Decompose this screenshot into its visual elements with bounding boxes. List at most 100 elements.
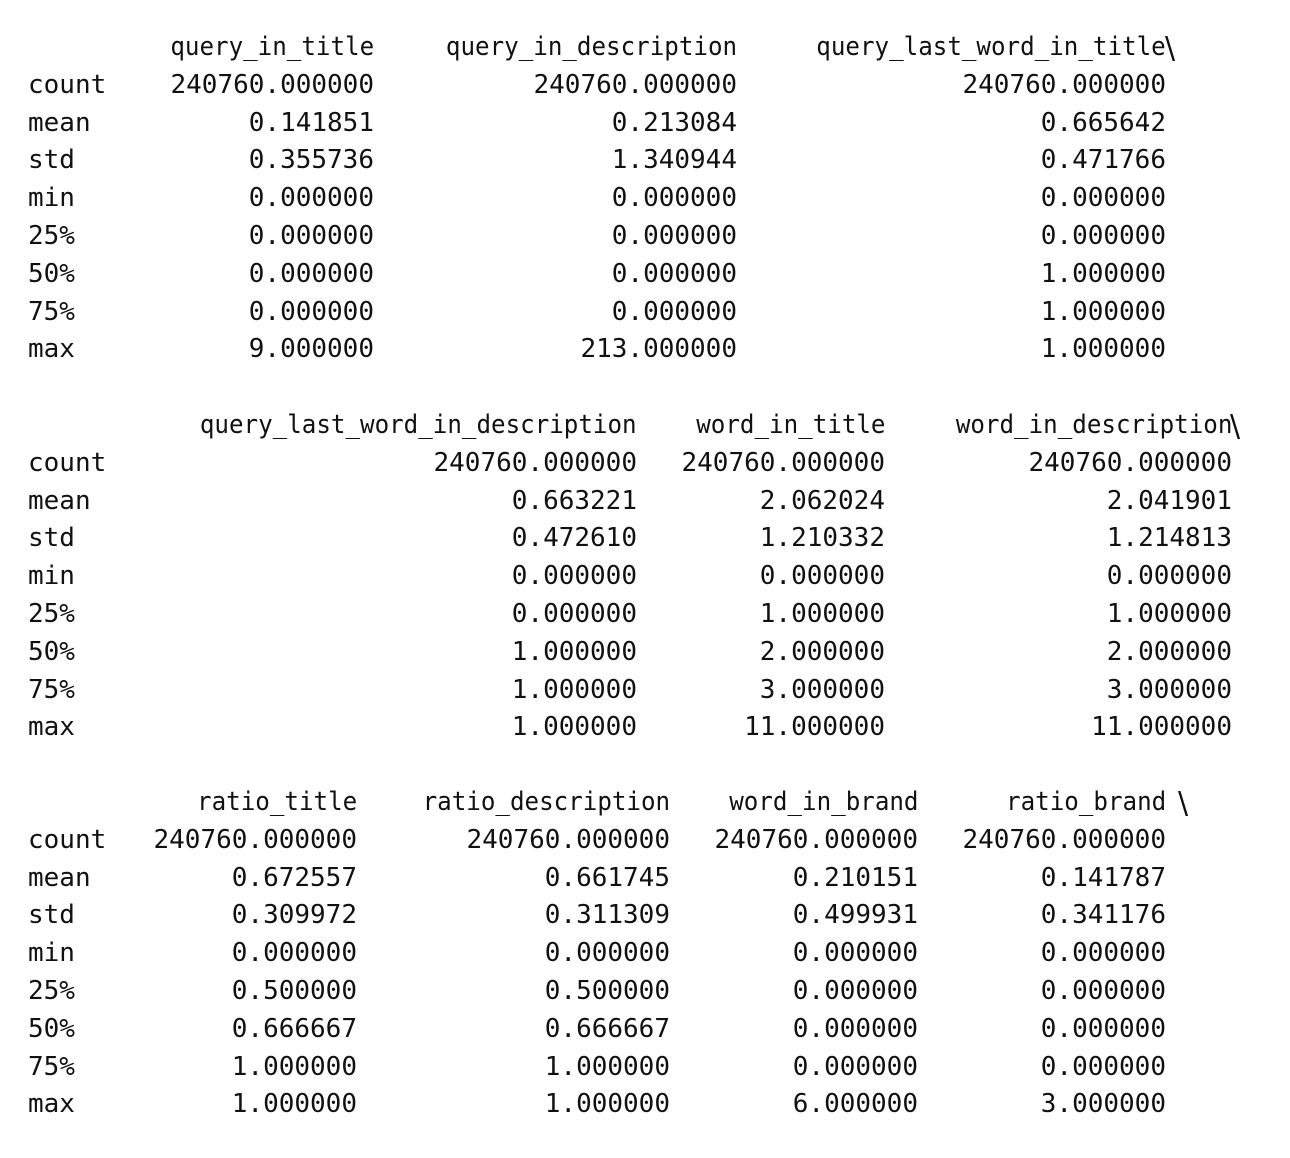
row-label: 50% [28,258,75,289]
row-label: 25% [28,976,75,1006]
stat-value: 1.000000 [1106,599,1232,629]
column-header: ratio_description [422,787,670,817]
stat-value: 240760.000000 [153,824,358,855]
stat-value: 213.000000 [580,334,737,365]
row-label: min [28,561,75,592]
stat-row: count 240760.000000 240760.000000 240760.00… [0,66,1290,104]
stat-value: 240760.000000 [466,824,671,855]
stat-value: 0.471766 [1040,145,1166,176]
stat-value: 0.213084 [611,107,737,138]
stat-value: 240760.000000 [962,824,1167,855]
stat-value: 3.000000 [1106,674,1232,705]
stat-row: 75% 0.000000 0.000000 1.000000 [0,293,1290,331]
stat-value: 1.000000 [544,1051,670,1082]
row-label: mean [28,485,91,516]
stat-value: 0.309972 [231,900,357,931]
stat-value: 0.311309 [544,900,670,931]
column-header: query_in_description [445,32,737,62]
row-label: 75% [28,296,75,327]
stat-row: 25% 0.000000 0.000000 0.000000 [0,217,1290,255]
stat-value: 0.665642 [1040,107,1166,138]
line-continuation-mark: \ [1165,31,1176,66]
row-label: count [28,447,107,478]
stat-value: 1.000000 [511,636,637,667]
stat-value: 0.000000 [611,221,737,251]
row-label: mean [28,107,91,138]
stat-row: 75% 1.000000 1.000000 0.000000 0.000000 [0,1048,1290,1086]
stat-value: 0.000000 [248,183,374,214]
stat-row: mean 0.141851 0.213084 0.665642 [0,104,1290,142]
row-label: 75% [28,674,75,705]
stat-value: 0.355736 [248,145,374,176]
stat-value: 1.000000 [231,1089,357,1120]
stat-value: 0.000000 [611,296,737,327]
stat-value: 1.000000 [511,674,637,705]
stat-row: count 240760.000000 240760.000000 240760.00… [0,444,1290,482]
stat-value: 0.141787 [1040,862,1166,893]
stat-value: 240760.000000 [714,824,919,855]
stat-row: max 1.000000 1.000000 6.000000 3.000000 [0,1085,1290,1123]
row-label: min [28,183,75,214]
stat-value: 0.000000 [248,258,374,289]
stat-value: 240760.000000 [170,69,375,100]
stat-row: 25% 0.500000 0.500000 0.000000 0.000000 [0,972,1290,1010]
row-label: max [28,334,75,365]
stat-value: 0.000000 [248,221,374,251]
stat-value: 0.000000 [248,296,374,327]
stat-row: max 9.000000 213.000000 1.000000 [0,330,1290,368]
stat-value: 0.500000 [231,976,357,1006]
line-continuation-mark: \ [1178,786,1189,821]
stat-row: min 0.000000 0.000000 0.000000 [0,179,1290,217]
column-header: ratio_title [196,787,357,817]
stat-value: 9.000000 [248,334,374,365]
stat-value: 0.499931 [792,900,918,931]
row-label: count [28,69,107,100]
stat-value: 6.000000 [792,1089,918,1120]
row-label: 50% [28,1013,75,1044]
stat-value: 0.000000 [792,938,918,969]
stat-value: 0.000000 [1040,976,1166,1006]
stat-value: 0.341176 [1040,900,1166,931]
stat-value: 0.000000 [544,938,670,969]
stat-value: 0.000000 [1040,1013,1166,1044]
row-label: min [28,938,75,969]
stat-row: 50% 0.666667 0.666667 0.000000 0.000000 [0,1010,1290,1048]
column-header: word_in_description [955,410,1232,440]
stat-value: 11.000000 [1091,712,1232,743]
stat-value: 0.666667 [544,1013,670,1044]
stat-row: std 0.472610 1.210332 1.214813 [0,519,1290,557]
stat-value: 3.000000 [759,674,885,705]
column-header: ratio_brand [1005,787,1166,817]
line-continuation-mark: \ [1230,409,1241,444]
stat-value: 0.672557 [231,862,357,893]
stat-row: std 0.309972 0.311309 0.499931 0.341176 [0,896,1290,934]
stat-row: 50% 0.000000 0.000000 1.000000 [0,255,1290,293]
row-label: 25% [28,599,75,629]
column-header: query_in_title [170,32,374,62]
stat-value: 0.000000 [611,258,737,289]
row-label: std [28,900,75,931]
header-row: query_last_word_in_description word_in_ti… [0,406,1290,444]
stat-value: 0.663221 [511,485,637,516]
row-label: max [28,712,75,743]
stat-row: mean 0.672557 0.661745 0.210151 0.141787 [0,859,1290,897]
stat-value: 0.141851 [248,107,374,138]
stat-value: 0.000000 [231,938,357,969]
stat-value: 240760.000000 [962,69,1167,100]
row-label: max [28,1089,75,1120]
stat-value: 0.000000 [1040,183,1166,214]
stat-value: 240760.000000 [433,447,638,478]
stat-value: 0.661745 [544,862,670,893]
stat-value: 1.000000 [1040,258,1166,289]
row-label: count [28,824,107,855]
stat-value: 0.666667 [231,1013,357,1044]
stat-value: 0.000000 [511,599,637,629]
stat-row: std 0.355736 1.340944 0.471766 [0,141,1290,179]
stat-value: 2.062024 [759,485,885,516]
stat-value: 240760.000000 [681,447,886,478]
stat-value: 11.000000 [744,712,885,743]
stat-value: 0.210151 [792,862,918,893]
stat-row: min 0.000000 0.000000 0.000000 0.000000 [0,934,1290,972]
stat-value: 0.000000 [792,976,918,1006]
stat-value: 0.472610 [511,523,637,554]
